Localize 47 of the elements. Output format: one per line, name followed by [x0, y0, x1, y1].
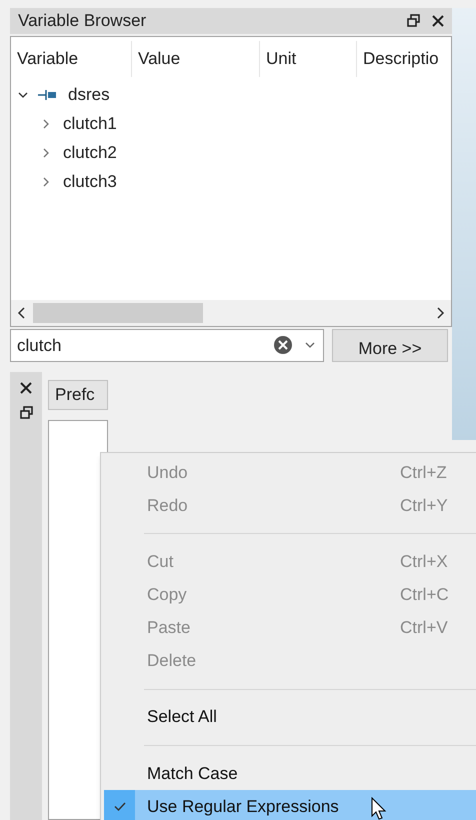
- panel-tab[interactable]: Prefc: [48, 380, 108, 410]
- scroll-right-icon[interactable]: [435, 306, 445, 318]
- menu-item[interactable]: Match Case: [104, 756, 476, 790]
- search-field[interactable]: clutch: [10, 328, 324, 362]
- clear-icon[interactable]: [273, 335, 293, 356]
- menu-shortcut: Ctrl+C: [400, 584, 450, 606]
- column-header[interactable]: Unit: [260, 40, 357, 77]
- menu-item-label: Redo: [147, 494, 188, 517]
- menu-item-label: Select All: [147, 706, 217, 728]
- column-header[interactable]: Value: [132, 40, 260, 77]
- menu-item[interactable]: Select All: [104, 700, 476, 734]
- close-icon[interactable]: [432, 14, 444, 27]
- menu-item-label: Delete: [147, 650, 196, 672]
- tree-item-label[interactable]: clutch2: [63, 140, 117, 166]
- restore-icon[interactable]: [20, 406, 32, 419]
- tree-item-label[interactable]: dsres: [68, 82, 110, 108]
- mouse-pointer-icon: [371, 797, 387, 820]
- close-icon[interactable]: [20, 382, 32, 394]
- horizontal-scrollbar[interactable]: [11, 300, 451, 326]
- dropdown-caret-icon[interactable]: [305, 341, 315, 350]
- menu-item-label: Undo: [147, 462, 188, 484]
- chevron-right-icon[interactable]: [41, 119, 51, 130]
- menu-shortcut: Ctrl+V: [400, 617, 449, 640]
- chevron-right-icon[interactable]: [41, 177, 51, 188]
- tree-item-label[interactable]: clutch1: [63, 111, 117, 137]
- menu-shortcut: Ctrl+X: [400, 551, 449, 574]
- chevron-right-icon[interactable]: [41, 148, 51, 158]
- chevron-down-icon[interactable]: [18, 90, 28, 100]
- search-value: clutch: [17, 334, 62, 356]
- menu-shortcut: Ctrl+Z: [400, 462, 448, 484]
- tree-item-label[interactable]: clutch3: [63, 169, 117, 195]
- menu-item-label: Match Case: [147, 762, 238, 785]
- column-header[interactable]: Variable: [11, 40, 132, 77]
- scrollbar-thumb[interactable]: [33, 302, 203, 322]
- menu-item-label: Paste: [147, 617, 190, 640]
- panel-title: Variable Browser: [18, 10, 148, 32]
- restore-icon[interactable]: [407, 14, 420, 28]
- menu-item-label: Copy: [147, 584, 187, 606]
- scroll-left-icon[interactable]: [17, 306, 27, 318]
- menu-item-label: Use Regular Expressions: [147, 796, 339, 818]
- menu-shortcut: Ctrl+Y: [400, 494, 449, 517]
- checkmark-icon: [114, 802, 126, 811]
- column-header[interactable]: Descriptio: [357, 40, 451, 77]
- pin-icon: [38, 90, 58, 100]
- menu-item-label: Cut: [147, 551, 174, 574]
- more-button[interactable]: More >>: [332, 328, 448, 362]
- menu-item[interactable]: Use Regular Expressions: [104, 790, 476, 820]
